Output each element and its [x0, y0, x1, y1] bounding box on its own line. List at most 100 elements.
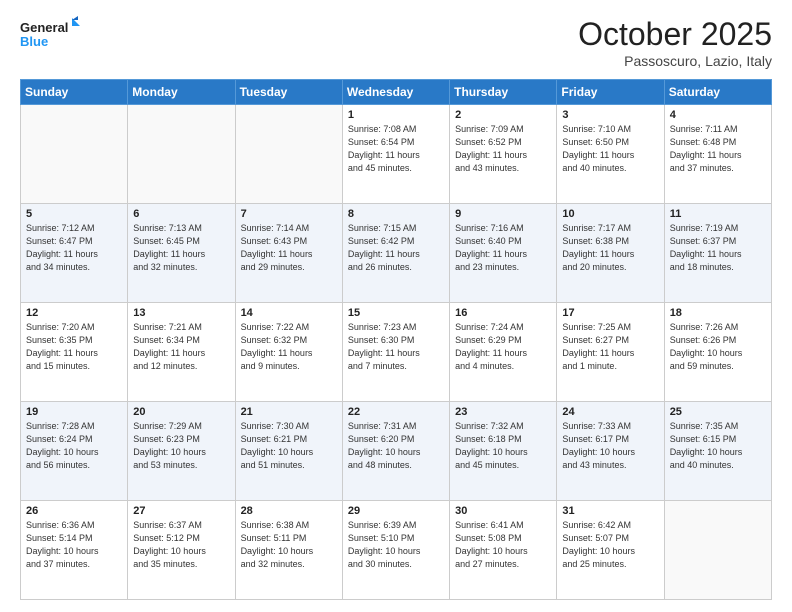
table-row: [21, 105, 128, 204]
svg-text:Blue: Blue: [20, 34, 48, 49]
table-row: 16Sunrise: 7:24 AM Sunset: 6:29 PM Dayli…: [450, 303, 557, 402]
cell-info: Sunrise: 7:08 AM Sunset: 6:54 PM Dayligh…: [348, 123, 444, 175]
table-row: 22 Sunrise: 7:31 AM Sunset: 6:20 PM Dayli…: [342, 402, 449, 501]
col-thursday: Thursday: [450, 80, 557, 105]
cell-info: Sunrise: 7:15 AM Sunset: 6:42 PM Dayligh…: [348, 222, 444, 274]
table-row: [128, 105, 235, 204]
cell-info: Sunrise: 7:10 AM Sunset: 6:50 PM Dayligh…: [562, 123, 658, 175]
table-row: 11 Sunrise: 7:19 AM Sunset: 6:37 PM Dayli…: [664, 204, 771, 303]
cell-info: Sunrise: 7:26 AM Sunset: 6:26 PM Dayligh…: [670, 321, 766, 373]
col-sunday: Sunday: [21, 80, 128, 105]
calendar-row: 26Sunrise: 6:36 AM Sunset: 5:14 PM Dayli…: [21, 501, 772, 600]
logo: General Blue: [20, 16, 80, 52]
cell-info: Sunrise: 7:11 AM Sunset: 6:48 PM Dayligh…: [670, 123, 766, 175]
day-number: 9: [455, 208, 551, 220]
day-number: 11: [670, 208, 766, 220]
cell-info: Sunrise: 6:39 AM Sunset: 5:10 PM Dayligh…: [348, 519, 444, 571]
table-row: 30Sunrise: 6:41 AM Sunset: 5:08 PM Dayli…: [450, 501, 557, 600]
day-number: 29: [348, 505, 444, 517]
day-number: 19: [26, 406, 122, 418]
calendar-row: 12 Sunrise: 7:20 AM Sunset: 6:35 PM Dayli…: [21, 303, 772, 402]
day-number: 21: [241, 406, 337, 418]
col-wednesday: Wednesday: [342, 80, 449, 105]
cell-info: Sunrise: 7:19 AM Sunset: 6:37 PM Dayligh…: [670, 222, 766, 274]
col-saturday: Saturday: [664, 80, 771, 105]
table-row: 5Sunrise: 7:12 AM Sunset: 6:47 PM Daylig…: [21, 204, 128, 303]
day-number: 25: [670, 406, 766, 418]
month-title: October 2025: [578, 16, 772, 53]
table-row: 3Sunrise: 7:10 AM Sunset: 6:50 PM Daylig…: [557, 105, 664, 204]
cell-info: Sunrise: 6:38 AM Sunset: 5:11 PM Dayligh…: [241, 519, 337, 571]
table-row: 8 Sunrise: 7:15 AM Sunset: 6:42 PM Daylig…: [342, 204, 449, 303]
day-number: 15: [348, 307, 444, 319]
calendar-header-row: Sunday Monday Tuesday Wednesday Thursday…: [21, 80, 772, 105]
table-row: 13 Sunrise: 7:21 AM Sunset: 6:34 PM Dayli…: [128, 303, 235, 402]
cell-info: Sunrise: 7:21 AM Sunset: 6:34 PM Dayligh…: [133, 321, 229, 373]
table-row: 29 Sunrise: 6:39 AM Sunset: 5:10 PM Dayli…: [342, 501, 449, 600]
day-number: 22: [348, 406, 444, 418]
table-row: 24 Sunrise: 7:33 AM Sunset: 6:17 PM Dayli…: [557, 402, 664, 501]
day-number: 12: [26, 307, 122, 319]
title-block: October 2025 Passoscuro, Lazio, Italy: [578, 16, 772, 69]
header: General Blue October 2025 Passoscuro, La…: [20, 16, 772, 69]
cell-info: Sunrise: 7:28 AM Sunset: 6:24 PM Dayligh…: [26, 420, 122, 472]
table-row: 26Sunrise: 6:36 AM Sunset: 5:14 PM Dayli…: [21, 501, 128, 600]
day-number: 10: [562, 208, 658, 220]
cell-info: Sunrise: 7:31 AM Sunset: 6:20 PM Dayligh…: [348, 420, 444, 472]
day-number: 13: [133, 307, 229, 319]
cell-info: Sunrise: 7:30 AM Sunset: 6:21 PM Dayligh…: [241, 420, 337, 472]
location: Passoscuro, Lazio, Italy: [578, 53, 772, 69]
table-row: 14 Sunrise: 7:22 AM Sunset: 6:32 PM Dayli…: [235, 303, 342, 402]
cell-info: Sunrise: 6:36 AM Sunset: 5:14 PM Dayligh…: [26, 519, 122, 571]
table-row: 18Sunrise: 7:26 AM Sunset: 6:26 PM Dayli…: [664, 303, 771, 402]
cell-info: Sunrise: 7:24 AM Sunset: 6:29 PM Dayligh…: [455, 321, 551, 373]
table-row: 17Sunrise: 7:25 AM Sunset: 6:27 PM Dayli…: [557, 303, 664, 402]
table-row: 28 Sunrise: 6:38 AM Sunset: 5:11 PM Dayli…: [235, 501, 342, 600]
table-row: 12 Sunrise: 7:20 AM Sunset: 6:35 PM Dayli…: [21, 303, 128, 402]
day-number: 1: [348, 109, 444, 121]
table-row: 31 Sunrise: 6:42 AM Sunset: 5:07 PM Dayli…: [557, 501, 664, 600]
calendar-row: 5Sunrise: 7:12 AM Sunset: 6:47 PM Daylig…: [21, 204, 772, 303]
cell-info: Sunrise: 7:20 AM Sunset: 6:35 PM Dayligh…: [26, 321, 122, 373]
cell-info: Sunrise: 6:42 AM Sunset: 5:07 PM Dayligh…: [562, 519, 658, 571]
table-row: 2Sunrise: 7:09 AM Sunset: 6:52 PM Daylig…: [450, 105, 557, 204]
day-number: 23: [455, 406, 551, 418]
table-row: 19 Sunrise: 7:28 AM Sunset: 6:24 PM Dayli…: [21, 402, 128, 501]
day-number: 27: [133, 505, 229, 517]
day-number: 24: [562, 406, 658, 418]
table-row: 1 Sunrise: 7:08 AM Sunset: 6:54 PM Daylig…: [342, 105, 449, 204]
table-row: 20Sunrise: 7:29 AM Sunset: 6:23 PM Dayli…: [128, 402, 235, 501]
cell-info: Sunrise: 7:23 AM Sunset: 6:30 PM Dayligh…: [348, 321, 444, 373]
table-row: 15 Sunrise: 7:23 AM Sunset: 6:30 PM Dayli…: [342, 303, 449, 402]
table-row: 6Sunrise: 7:13 AM Sunset: 6:45 PM Daylig…: [128, 204, 235, 303]
cell-info: Sunrise: 6:37 AM Sunset: 5:12 PM Dayligh…: [133, 519, 229, 571]
day-number: 14: [241, 307, 337, 319]
day-number: 28: [241, 505, 337, 517]
table-row: 7 Sunrise: 7:14 AM Sunset: 6:43 PM Daylig…: [235, 204, 342, 303]
day-number: 31: [562, 505, 658, 517]
cell-info: Sunrise: 7:33 AM Sunset: 6:17 PM Dayligh…: [562, 420, 658, 472]
page: General Blue October 2025 Passoscuro, La…: [0, 0, 792, 612]
table-row: 9 Sunrise: 7:16 AM Sunset: 6:40 PM Daylig…: [450, 204, 557, 303]
day-number: 30: [455, 505, 551, 517]
day-number: 4: [670, 109, 766, 121]
cell-info: Sunrise: 7:22 AM Sunset: 6:32 PM Dayligh…: [241, 321, 337, 373]
table-row: 21 Sunrise: 7:30 AM Sunset: 6:21 PM Dayli…: [235, 402, 342, 501]
day-number: 7: [241, 208, 337, 220]
cell-info: Sunrise: 7:17 AM Sunset: 6:38 PM Dayligh…: [562, 222, 658, 274]
day-number: 20: [133, 406, 229, 418]
col-friday: Friday: [557, 80, 664, 105]
cell-info: Sunrise: 7:16 AM Sunset: 6:40 PM Dayligh…: [455, 222, 551, 274]
col-tuesday: Tuesday: [235, 80, 342, 105]
table-row: [664, 501, 771, 600]
svg-text:General: General: [20, 20, 68, 35]
cell-info: Sunrise: 7:14 AM Sunset: 6:43 PM Dayligh…: [241, 222, 337, 274]
day-number: 5: [26, 208, 122, 220]
cell-info: Sunrise: 7:35 AM Sunset: 6:15 PM Dayligh…: [670, 420, 766, 472]
cell-info: Sunrise: 7:32 AM Sunset: 6:18 PM Dayligh…: [455, 420, 551, 472]
day-number: 8: [348, 208, 444, 220]
logo-icon: General Blue: [20, 16, 80, 52]
cell-info: Sunrise: 7:13 AM Sunset: 6:45 PM Dayligh…: [133, 222, 229, 274]
table-row: 4 Sunrise: 7:11 AM Sunset: 6:48 PM Daylig…: [664, 105, 771, 204]
table-row: 10 Sunrise: 7:17 AM Sunset: 6:38 PM Dayli…: [557, 204, 664, 303]
